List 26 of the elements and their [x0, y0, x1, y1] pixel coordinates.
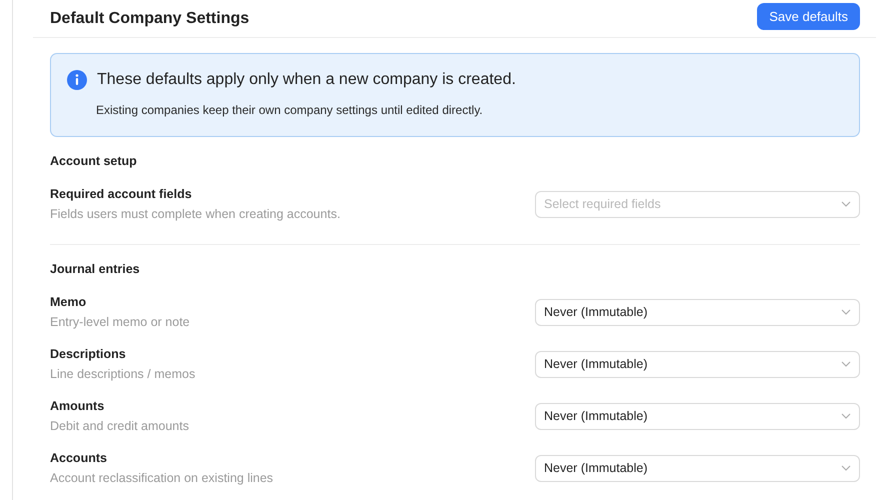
save-defaults-button[interactable]: Save defaults: [757, 3, 860, 30]
section-heading: Account setup: [50, 153, 138, 170]
setting-description: Entry-level memo or note: [50, 315, 190, 329]
setting-description: Debit and credit amounts: [50, 419, 189, 433]
setting-label: Accounts: [50, 451, 108, 465]
chevron-down-icon: [841, 201, 851, 207]
setting-label: Descriptions: [50, 347, 127, 361]
setting-label: Memo: [50, 295, 88, 309]
select-field[interactable]: Never (Immutable): [535, 298, 860, 326]
notice-title: These defaults apply only when a new company is created.: [97, 71, 516, 89]
chevron-down-icon: [841, 465, 851, 471]
select-field[interactable]: Never (Immutable): [535, 350, 860, 378]
setting-description: Fields users must complete when creating accounts.: [50, 207, 340, 221]
chevron-down-icon: [841, 361, 851, 367]
select-field[interactable]: Never (Immutable): [535, 402, 860, 430]
page-title: Default Company Settings: [50, 10, 250, 28]
setting-description: Line descriptions / memos: [50, 367, 196, 381]
section-heading: Journal entries: [50, 261, 141, 278]
chevron-down-icon: [841, 309, 851, 315]
chevron-down-icon: [841, 413, 851, 419]
setting-label: Required account fields: [50, 187, 193, 201]
info-icon: [67, 70, 87, 90]
setting-label: Amounts: [50, 399, 106, 413]
notice-text: Existing companies keep their own company settings until edited directly.: [96, 103, 484, 117]
setting-description: Account reclassification on existing lines: [50, 471, 274, 485]
select-field[interactable]: Never (Immutable): [535, 454, 860, 482]
